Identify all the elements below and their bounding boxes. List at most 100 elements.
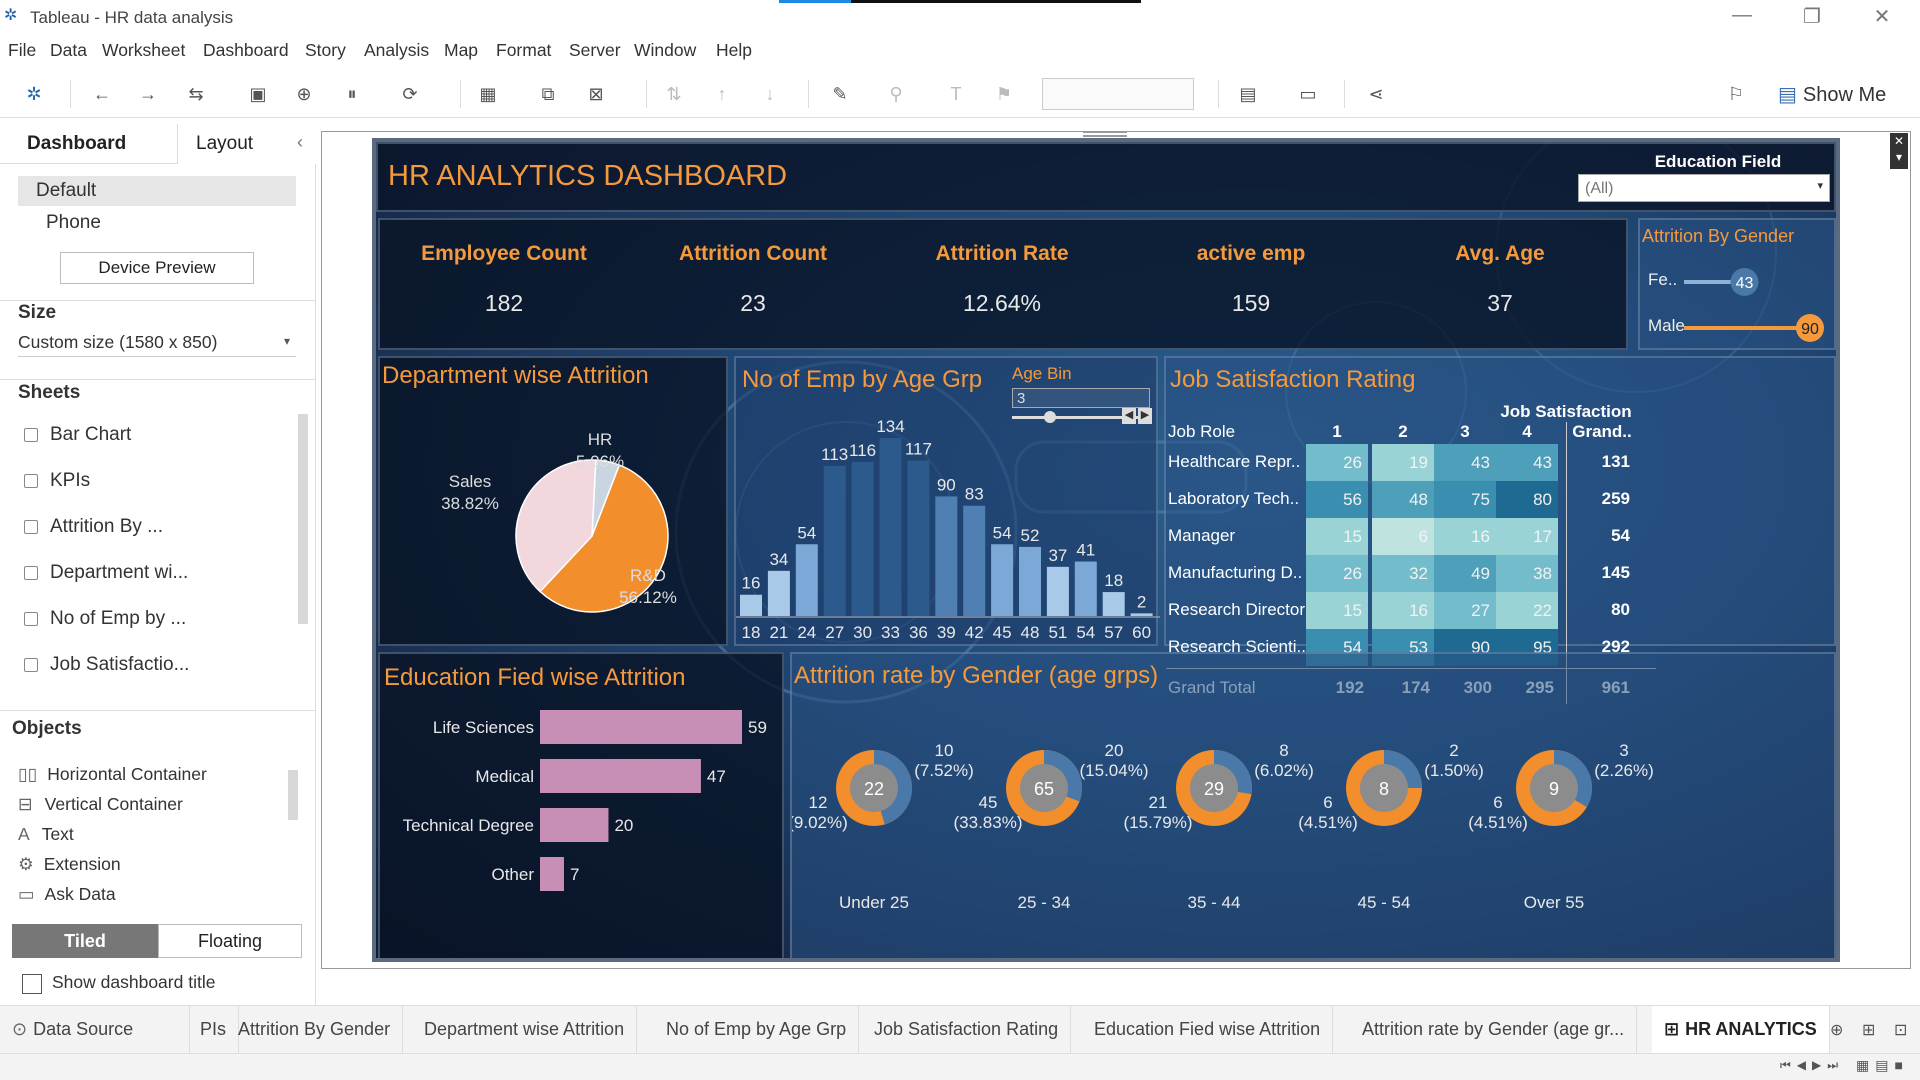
menu-analysis[interactable]: Analysis: [364, 40, 429, 61]
sheet-item-age-grp[interactable]: No of Emp by ...: [24, 608, 186, 630]
menu-help[interactable]: Help: [716, 40, 752, 61]
donut-group-label: 25 - 34: [1018, 893, 1071, 912]
tab-dashboard[interactable]: Dashboard: [27, 133, 126, 155]
highlight-icon[interactable]: ✎: [828, 82, 852, 106]
restore-icon[interactable]: ❐: [1792, 4, 1832, 29]
menu-window[interactable]: Window: [634, 40, 696, 61]
menu-file[interactable]: File: [8, 40, 36, 61]
device-phone[interactable]: Phone: [46, 212, 101, 234]
new-data-source-icon[interactable]: ⊕: [292, 82, 316, 106]
tab-hr-analytics[interactable]: ⊞ HR ANALYTICS: [1652, 1006, 1830, 1054]
fix-axes-icon[interactable]: ⚑: [992, 82, 1016, 106]
view-mode-icons[interactable]: ▦▤■: [1856, 1057, 1909, 1074]
size-select[interactable]: Custom size (1580 x 850): [18, 332, 217, 353]
title-bar: ✲ Tableau - HR data analysis — ❐ ✕: [0, 0, 1920, 34]
object-vertical-container[interactable]: ⊟ Vertical Container: [18, 794, 183, 815]
sheet-icon: [24, 473, 38, 488]
new-worksheet-tab-icon[interactable]: ⊕: [1830, 1020, 1843, 1040]
duplicate-icon[interactable]: ⧉: [536, 82, 560, 106]
menu-map[interactable]: Map: [444, 40, 478, 61]
sort-ascending-icon[interactable]: ↑: [710, 82, 734, 106]
job-heat-cell: 32: [1372, 555, 1434, 592]
job-heat-cell: 17: [1496, 518, 1558, 555]
education-field-filter[interactable]: (All) ▾: [1578, 174, 1830, 202]
minimize-icon[interactable]: —: [1722, 4, 1762, 27]
tab-layout[interactable]: Layout: [177, 124, 316, 164]
menu-server[interactable]: Server: [569, 40, 621, 61]
drag-handle[interactable]: [1083, 131, 1127, 137]
new-story-tab-icon[interactable]: ⊡: [1894, 1020, 1907, 1040]
swap-rows-icon[interactable]: ⇅: [662, 82, 686, 106]
show-cards-icon[interactable]: ▤: [1236, 82, 1260, 106]
redo-icon[interactable]: →: [136, 82, 160, 106]
sheet-navigation-icons[interactable]: ⏮◀▶⏭: [1780, 1058, 1844, 1073]
sheet-item-bar-chart[interactable]: Bar Chart: [24, 424, 131, 446]
device-default[interactable]: Default: [36, 180, 96, 202]
presentation-icon[interactable]: ▭: [1296, 82, 1320, 106]
sheets-scrollbar[interactable]: [298, 414, 308, 624]
menu-bar: File Data Worksheet Dashboard Story Anal…: [0, 34, 1920, 66]
group-icon[interactable]: ⚲: [884, 82, 908, 106]
sheet-icon: [24, 519, 38, 534]
sort-descending-icon[interactable]: ↓: [758, 82, 782, 106]
tab-job-satisfaction[interactable]: Job Satisfaction Rating: [862, 1006, 1072, 1054]
new-dashboard-tab-icon[interactable]: ⊞: [1862, 1020, 1875, 1040]
job-row-total: 145: [1601, 563, 1630, 582]
education-bar-chart: Life Sciences 59 Medical 47 Technical Degree…: [403, 710, 767, 891]
job-heat-cell: 43: [1496, 444, 1558, 481]
tab-gender-age[interactable]: Attrition rate by Gender (age gr...: [1350, 1006, 1638, 1054]
device-preview-button[interactable]: Device Preview: [60, 252, 254, 284]
age-bar-value: 37: [1048, 546, 1067, 565]
job-heat-cell: 26: [1306, 444, 1368, 481]
menu-dashboard[interactable]: Dashboard: [203, 40, 289, 61]
show-title-checkbox[interactable]: [22, 974, 42, 994]
tab-attrition-gender[interactable]: Attrition By Gender: [226, 1006, 404, 1054]
object-text[interactable]: A Text: [18, 824, 74, 845]
floating-button[interactable]: Floating: [158, 924, 302, 958]
new-worksheet-icon[interactable]: ▦: [476, 82, 500, 106]
job-role-cell: Manufacturing D..: [1168, 563, 1303, 582]
sheet-item-job-satisfaction[interactable]: Job Satisfactio...: [24, 654, 189, 676]
canvas-close-icon[interactable]: ✕ ▾: [1890, 133, 1908, 169]
donut-top-pct: (7.52%): [914, 761, 974, 780]
object-horizontal-container[interactable]: ▯▯ Horizontal Container: [18, 764, 207, 785]
object-ask-data[interactable]: ▭ Ask Data: [18, 884, 116, 905]
object-extension[interactable]: ⚙ Extension: [18, 854, 121, 875]
swap-icon[interactable]: ⇆: [184, 82, 208, 106]
menu-format[interactable]: Format: [496, 40, 551, 61]
education-bar: [540, 857, 564, 891]
donut-top-pct: (6.02%): [1254, 761, 1314, 780]
size-dropdown-icon[interactable]: ▾: [284, 334, 290, 348]
tab-age-grp[interactable]: No of Emp by Age Grp: [654, 1006, 860, 1054]
sheet-item-attrition-gender[interactable]: Attrition By ...: [24, 516, 163, 538]
header-panel: HR ANALYTICS DASHBOARD Education Field (…: [376, 142, 1836, 212]
clear-sheet-icon[interactable]: ⊠: [584, 82, 608, 106]
close-icon[interactable]: ✕: [1862, 4, 1902, 29]
sheet-item-kpis[interactable]: KPIs: [24, 470, 90, 492]
education-panel: Education Fied wise Attrition Life Scien…: [378, 652, 784, 958]
labels-icon[interactable]: T: [944, 82, 968, 106]
tab-education[interactable]: Education Fied wise Attrition: [1082, 1006, 1334, 1054]
tiled-button[interactable]: Tiled: [12, 924, 158, 958]
refresh-icon[interactable]: ⟳: [398, 82, 422, 106]
format-painter-icon[interactable]: ⚐: [1724, 82, 1748, 106]
sheet-item-department[interactable]: Department wi...: [24, 562, 188, 584]
undo-icon[interactable]: ←: [90, 82, 114, 106]
share-icon[interactable]: ⋖: [1364, 82, 1388, 106]
tab-department[interactable]: Department wise Attrition: [412, 1006, 638, 1054]
menu-data[interactable]: Data: [50, 40, 87, 61]
fit-dropdown[interactable]: [1042, 78, 1194, 110]
kpi-value: 159: [1231, 290, 1271, 316]
donut-group-label: 45 - 54: [1358, 893, 1411, 912]
age-tick-label: 30: [853, 623, 872, 642]
tab-data-source[interactable]: ⊙ Data Source: [0, 1006, 190, 1054]
save-icon[interactable]: ▣: [246, 82, 270, 106]
menu-worksheet[interactable]: Worksheet: [102, 40, 185, 61]
menu-story[interactable]: Story: [305, 40, 346, 61]
tableau-home-icon[interactable]: ✲: [22, 82, 46, 106]
age-bar-value: 41: [1076, 541, 1095, 560]
pause-updates-icon[interactable]: ⏸: [340, 82, 364, 106]
show-me-button[interactable]: ▤ Show Me: [1778, 82, 1886, 107]
collapse-icon[interactable]: ‹: [297, 132, 303, 153]
objects-scrollbar[interactable]: [288, 770, 298, 820]
